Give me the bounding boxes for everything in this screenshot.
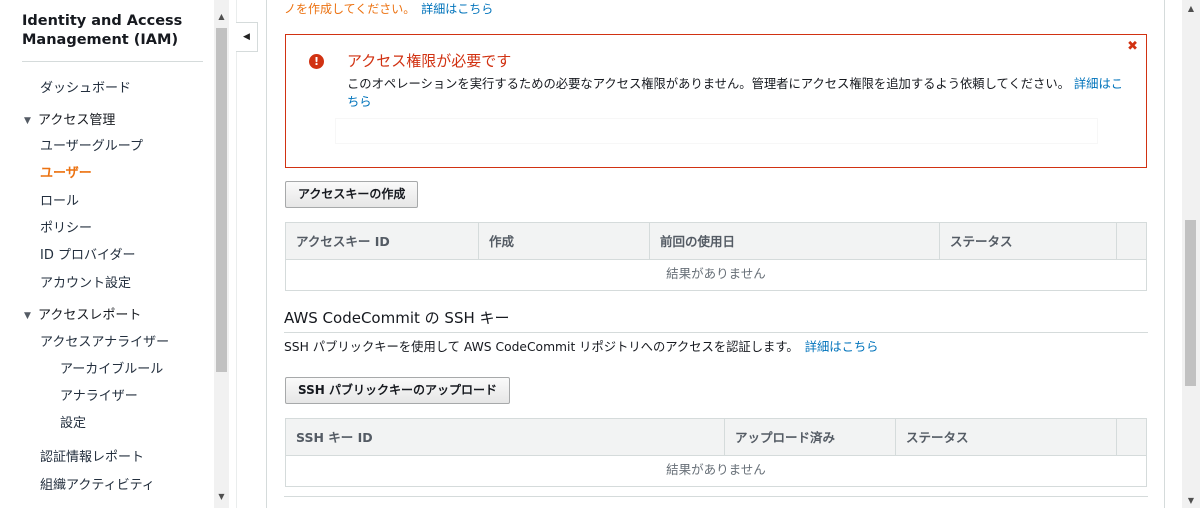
alert-message-text: このオペレーションを実行するための必要なアクセス権限がありません。管理者にアクセ… [347, 77, 1070, 91]
alert-message: このオペレーションを実行するための必要なアクセス権限がありません。管理者にアクセ… [347, 75, 1127, 111]
error-icon: ! [309, 54, 324, 69]
sidebar-item-account-settings[interactable]: アカウント設定 [40, 276, 131, 292]
page-scrollbar-thumb[interactable] [1185, 220, 1196, 386]
sidebar-item-analyzers[interactable]: アナライザー [60, 389, 138, 405]
truncated-notice: ノを作成してください。 詳細はこちら [284, 2, 493, 16]
section-divider-bottom [284, 496, 1148, 497]
sidebar-section-label: アクセス管理 [38, 113, 116, 128]
scroll-down-arrow-icon[interactable]: ▼ [1182, 494, 1200, 508]
sidebar-item-identity-providers[interactable]: ID プロバイダー [40, 248, 135, 264]
column-header-status[interactable]: ステータス [896, 419, 1117, 456]
column-header-access-key-id[interactable]: アクセスキー ID [286, 223, 479, 260]
sidebar-section-access-management[interactable]: ▼ アクセス管理 [24, 113, 115, 129]
table-header: アクセスキー ID 作成 前回の使用日 ステータス [286, 223, 1146, 260]
access-keys-table: アクセスキー ID 作成 前回の使用日 ステータス 結果がありません [285, 222, 1147, 291]
sidebar-scrollbar-thumb[interactable] [216, 28, 227, 372]
column-header-status[interactable]: ステータス [940, 223, 1117, 260]
close-icon[interactable]: ✖ [1127, 40, 1138, 54]
create-access-key-button[interactable]: アクセスキーの作成 [285, 181, 419, 208]
column-header-ssh-key-id[interactable]: SSH キー ID [286, 419, 725, 456]
sidebar-item-users[interactable]: ユーザー [40, 166, 92, 182]
caret-down-icon: ▼ [24, 311, 31, 321]
main-panel-border-right [1164, 0, 1165, 508]
caret-left-icon: ◀ [243, 32, 250, 42]
sidebar-item-archive-rules[interactable]: アーカイブルール [60, 362, 163, 378]
sidebar-section-label: アクセスレポート [38, 308, 142, 323]
empty-results: 結果がありません [286, 456, 1146, 486]
sidebar-item-access-analyzer[interactable]: アクセスアナライザー [40, 335, 169, 351]
sidebar-item-roles[interactable]: ロール [40, 194, 79, 210]
scroll-down-arrow-icon[interactable]: ▼ [214, 490, 229, 504]
ssh-keys-table: SSH キー ID アップロード済み ステータス 結果がありません [285, 418, 1147, 487]
sidebar-title[interactable]: Identity and Access Management (IAM) [22, 12, 202, 50]
table-header: SSH キー ID アップロード済み ステータス [286, 419, 1146, 456]
learn-more-link[interactable]: 詳細はこちら [421, 2, 493, 16]
sidebar-item-dashboard[interactable]: ダッシュボード [40, 81, 131, 97]
sidebar-divider [22, 61, 203, 62]
sidebar-item-organization-activity[interactable]: 組織アクティビティ [40, 478, 155, 494]
sidebar-item-policies[interactable]: ポリシー [40, 221, 92, 237]
sidebar: Identity and Access Management (IAM) ダッシ… [0, 0, 230, 508]
ssh-learn-more-link[interactable]: 詳細はこちら [805, 340, 879, 354]
alert-detail-area [336, 119, 1097, 143]
main-panel-border-left [266, 0, 267, 508]
column-header-spacer [1117, 419, 1147, 456]
upload-ssh-key-button[interactable]: SSH パブリックキーのアップロード [285, 377, 510, 404]
caret-down-icon: ▼ [24, 116, 31, 126]
column-header-last-used[interactable]: 前回の使用日 [650, 223, 940, 260]
collapse-sidebar-button[interactable]: ◀ [236, 22, 258, 52]
sidebar-item-credential-report[interactable]: 認証情報レポート [40, 450, 144, 466]
section-heading-ssh-keys: AWS CodeCommit の SSH キー [284, 309, 510, 327]
sidebar-item-analyzer-settings[interactable]: 設定 [60, 416, 86, 432]
alert-title: アクセス権限が必要です [347, 52, 512, 70]
truncated-notice-text: ノを作成してください。 [284, 2, 416, 16]
section-divider [284, 332, 1148, 333]
scroll-up-arrow-icon[interactable]: ▲ [214, 10, 229, 24]
section-description-text: SSH パブリックキーを使用して AWS CodeCommit リポジトリへのア… [284, 340, 799, 354]
sidebar-item-user-groups[interactable]: ユーザーグループ [40, 139, 143, 155]
column-header-uploaded[interactable]: アップロード済み [725, 419, 896, 456]
scroll-up-arrow-icon[interactable]: ▲ [1182, 2, 1200, 16]
error-alert: ! アクセス権限が必要です このオペレーションを実行するための必要なアクセス権限… [285, 34, 1147, 168]
column-header-spacer [1117, 223, 1147, 260]
sidebar-edge [236, 0, 237, 508]
sidebar-section-access-reports[interactable]: ▼ アクセスレポート [24, 308, 141, 324]
empty-results: 結果がありません [286, 260, 1146, 290]
column-header-created[interactable]: 作成 [479, 223, 650, 260]
section-description: SSH パブリックキーを使用して AWS CodeCommit リポジトリへのア… [284, 339, 878, 355]
